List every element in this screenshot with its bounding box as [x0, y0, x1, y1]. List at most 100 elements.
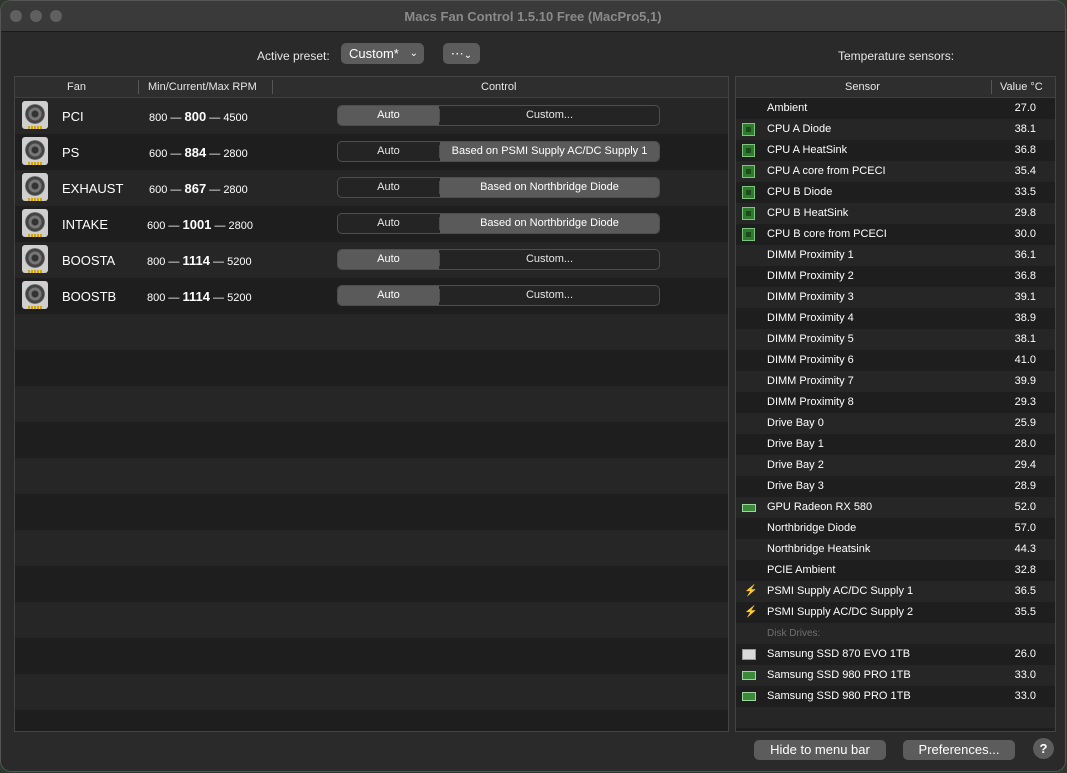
fan-custom-button[interactable]: Custom... [440, 286, 659, 305]
fan-auto-button[interactable]: Auto [338, 250, 439, 269]
sensor-row: DIMM Proximity 6 41.0 [736, 350, 1055, 371]
value-column-header[interactable]: Value °C [1000, 81, 1043, 93]
sensor-name: DIMM Proximity 3 [767, 291, 854, 303]
sensor-value: 35.4 [1014, 165, 1036, 177]
sensor-name: DIMM Proximity 1 [767, 249, 854, 261]
fan-row: INTAKE 600 — 1001 — 2800 Auto Based on Nort… [15, 206, 728, 242]
sensor-value: 39.1 [1014, 291, 1036, 303]
sensor-row: CPU A HeatSink 36.8 [736, 140, 1055, 161]
fan-current-rpm: 1114 [182, 253, 210, 268]
sensor-name: DIMM Proximity 2 [767, 270, 854, 282]
sensor-row: ⚡ PSMI Supply AC/DC Supply 2 35.5 [736, 602, 1055, 623]
sensor-row: DIMM Proximity 7 39.9 [736, 371, 1055, 392]
empty-row [15, 350, 728, 386]
sensor-row: DIMM Proximity 2 36.8 [736, 266, 1055, 287]
sensor-name: Ambient [767, 102, 808, 114]
fan-auto-button[interactable]: Auto [338, 286, 439, 305]
empty-row [736, 707, 1055, 728]
empty-row [15, 710, 728, 731]
sensor-row: Drive Bay 1 28.0 [736, 434, 1055, 455]
fan-column-header[interactable]: Fan [67, 81, 86, 93]
fan-rpm: 600 — 884 — 2800 [149, 145, 248, 160]
sensor-name: CPU B Diode [767, 186, 833, 198]
fan-auto-button[interactable]: Auto [338, 142, 439, 161]
sensor-name: PSMI Supply AC/DC Supply 2 [767, 606, 914, 618]
fan-custom-button[interactable]: Custom... [440, 106, 659, 125]
fan-max-rpm: 2800 [223, 184, 248, 196]
sensor-value: 27.0 [1014, 102, 1036, 114]
sensor-name: CPU A HeatSink [767, 144, 848, 156]
sensor-value: 33.0 [1014, 669, 1036, 681]
fan-rpm: 800 — 1114 — 5200 [147, 253, 252, 268]
sensor-name: DIMM Proximity 4 [767, 312, 854, 324]
empty-row [15, 638, 728, 674]
sensor-name: CPU A Diode [767, 123, 832, 135]
fan-min-rpm: 800 [147, 256, 166, 268]
sensor-value: 36.5 [1014, 585, 1036, 597]
help-button[interactable]: ? [1033, 738, 1054, 759]
sensor-name: CPU A core from PCECI [767, 165, 886, 177]
fan-custom-button[interactable]: Based on Northbridge Diode [440, 178, 659, 197]
sensor-name: CPU B HeatSink [767, 207, 849, 219]
sensor-row: Northbridge Heatsink 44.3 [736, 539, 1055, 560]
empty-row [15, 386, 728, 422]
sensor-row: CPU B core from PCECI 30.0 [736, 224, 1055, 245]
sensor-row: GPU Radeon RX 580 52.0 [736, 497, 1055, 518]
fan-min-rpm: 600 [149, 148, 168, 160]
empty-row [736, 728, 1055, 731]
fan-custom-button[interactable]: Based on Northbridge Diode [440, 214, 659, 233]
sensor-value: 29.4 [1014, 459, 1036, 471]
fan-current-rpm: 884 [184, 145, 207, 160]
fan-auto-button[interactable]: Auto [338, 178, 439, 197]
fan-auto-button[interactable]: Auto [338, 106, 439, 125]
fan-control-segmented: Auto Based on Northbridge Diode [337, 213, 660, 234]
preferences-button[interactable]: Preferences... [903, 740, 1015, 760]
window-title: Macs Fan Control 1.5.10 Free (MacPro5,1) [404, 9, 662, 24]
sensor-value: 33.5 [1014, 186, 1036, 198]
fan-control-segmented: Auto Custom... [337, 249, 660, 270]
control-column-header[interactable]: Control [481, 81, 516, 93]
fan-icon [22, 101, 48, 129]
fan-current-rpm: 1114 [182, 289, 210, 304]
fan-custom-button[interactable]: Based on PSMI Supply AC/DC Supply 1 [440, 142, 659, 161]
sensor-value: 32.8 [1014, 564, 1036, 576]
fan-rows: PCI 800 — 800 — 4500 Auto Custom... PS 600 — … [15, 98, 728, 731]
fan-max-rpm: 5200 [227, 292, 252, 304]
preset-value: Custom* [349, 46, 399, 61]
sensor-column-header[interactable]: Sensor [845, 81, 880, 93]
gpu-card-icon [742, 504, 756, 512]
empty-row [15, 314, 728, 350]
sensor-value: 57.0 [1014, 522, 1036, 534]
fan-icon [22, 209, 48, 237]
cpu-chip-icon [742, 123, 755, 136]
fan-auto-button[interactable]: Auto [338, 214, 439, 233]
fan-rpm: 600 — 867 — 2800 [149, 181, 248, 196]
fan-row: BOOSTB 800 — 1114 — 5200 Auto Custom... [15, 278, 728, 314]
fan-row: EXHAUST 600 — 867 — 2800 Auto Based on Nort… [15, 170, 728, 206]
sensor-name: Samsung SSD 980 PRO 1TB [767, 669, 911, 681]
sensor-value: 41.0 [1014, 354, 1036, 366]
fan-control-segmented: Auto Custom... [337, 105, 660, 126]
preset-actions-button[interactable]: ⋯⌄ [443, 43, 480, 64]
fan-table: Fan Min/Current/Max RPM Control PCI 800 —… [14, 76, 729, 732]
fan-row: PCI 800 — 800 — 4500 Auto Custom... [15, 98, 728, 134]
fan-custom-button[interactable]: Custom... [440, 250, 659, 269]
fan-max-rpm: 2800 [228, 220, 254, 232]
sensor-name: Drive Bay 3 [767, 480, 824, 492]
fan-rpm: 800 — 800 — 4500 [149, 109, 248, 124]
sensor-value: 25.9 [1014, 417, 1036, 429]
disk-drive-icon [742, 649, 756, 660]
sensor-name: DIMM Proximity 8 [767, 396, 854, 408]
sensor-row: DIMM Proximity 8 29.3 [736, 392, 1055, 413]
rpm-column-header[interactable]: Min/Current/Max RPM [148, 81, 257, 93]
cpu-chip-icon [742, 186, 755, 199]
hide-to-menu-bar-button[interactable]: Hide to menu bar [754, 740, 886, 760]
sensor-name: Northbridge Heatsink [767, 543, 871, 555]
preset-select[interactable]: Custom* ⌄ [341, 43, 424, 64]
fan-max-rpm: 5200 [227, 256, 252, 268]
sensor-name: Northbridge Diode [767, 522, 857, 534]
lightning-bolt-icon: ⚡ [744, 606, 758, 618]
sensor-name: PSMI Supply AC/DC Supply 1 [767, 585, 914, 597]
temperature-sensors-heading: Temperature sensors: [838, 49, 955, 63]
sensor-value: 38.9 [1014, 312, 1036, 324]
